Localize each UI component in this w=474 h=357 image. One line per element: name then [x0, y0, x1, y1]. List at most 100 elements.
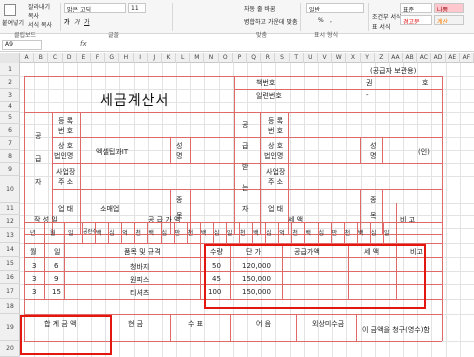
column-header-ae[interactable]: AE: [446, 53, 460, 63]
row-header-3[interactable]: 3: [0, 89, 20, 102]
row-header-19[interactable]: 19: [0, 314, 20, 341]
column-header-j[interactable]: J: [148, 53, 162, 63]
column-header-h[interactable]: H: [119, 53, 134, 63]
column-header-e[interactable]: E: [77, 53, 91, 63]
column-header-z[interactable]: Z: [375, 53, 389, 63]
row-header-5[interactable]: 5: [0, 112, 20, 124]
column-header-g[interactable]: G: [105, 53, 120, 63]
receiver-company-label-2: 법인명: [264, 152, 284, 160]
row-header-8[interactable]: 8: [0, 150, 20, 163]
digit-col-label-1: 백: [96, 230, 102, 237]
row-header-12[interactable]: 12: [0, 215, 20, 228]
comma-button[interactable]: ,: [330, 17, 332, 24]
format-painter-button[interactable]: 서식 복사: [28, 20, 52, 29]
column-header-k[interactable]: K: [162, 53, 177, 63]
column-header-s[interactable]: S: [275, 53, 290, 63]
credit-label: 외상미수금: [312, 320, 345, 328]
row-header-4[interactable]: 4: [0, 102, 20, 112]
paste-icon[interactable]: [4, 4, 16, 16]
column-header-a[interactable]: A: [20, 53, 35, 63]
underline-button[interactable]: 가: [84, 17, 90, 26]
row-header-10[interactable]: 10: [0, 176, 20, 203]
worksheet-grid[interactable]: (공급자 보관용) 세금계산서 책번호 권 호 일련번호 - 공 급 자 등 록…: [20, 63, 474, 357]
receiver-reg-label-1: 등 록: [268, 117, 284, 125]
item-row-1-month[interactable]: 3: [32, 262, 36, 270]
number-format-select[interactable]: 일반: [306, 3, 364, 13]
digit-col-label-2: 십: [109, 230, 115, 237]
column-header-i[interactable]: I: [134, 53, 148, 63]
column-header-ac[interactable]: AC: [417, 53, 432, 63]
column-header-d[interactable]: D: [63, 53, 77, 63]
item-row-2-day[interactable]: 9: [54, 275, 58, 283]
column-header-u[interactable]: U: [304, 53, 318, 63]
merge-center-button[interactable]: 병합하고 가운데 맞춤: [244, 17, 298, 26]
row-header-16[interactable]: 16: [0, 271, 20, 284]
row-header-13[interactable]: 13: [0, 228, 20, 243]
copy-button[interactable]: 복사: [28, 11, 39, 20]
supplier-label-2: 급: [35, 155, 42, 163]
style-normal[interactable]: 표준: [400, 3, 432, 13]
digit-col-label-8: 천: [187, 230, 194, 237]
style-calc[interactable]: 계산: [434, 15, 464, 25]
name-box[interactable]: A9: [2, 40, 42, 50]
select-all-corner[interactable]: [0, 53, 20, 63]
column-header-f[interactable]: F: [91, 53, 106, 63]
column-header-v[interactable]: V: [318, 53, 333, 63]
column-header-ad[interactable]: AD: [431, 53, 446, 63]
item-row-2-month[interactable]: 3: [32, 275, 36, 283]
percent-button[interactable]: %: [318, 17, 324, 24]
wrap-text-button[interactable]: 자동 줄 바꿈: [244, 4, 275, 13]
supplier-item-label-1: 종: [176, 196, 183, 204]
row-header-1[interactable]: 1: [0, 63, 20, 76]
row-header-17[interactable]: 17: [0, 284, 20, 299]
serial-number-label: 일련번호: [256, 92, 282, 100]
claim-text: 이 금액을 청구(영수)함: [362, 326, 430, 334]
row-header-6[interactable]: 6: [0, 124, 20, 137]
column-header-af[interactable]: AF: [460, 53, 474, 63]
supplier-company-name[interactable]: 엑셀팁과IT: [96, 147, 128, 157]
column-header-m[interactable]: M: [190, 53, 205, 63]
row-header-9[interactable]: 9: [0, 163, 20, 176]
conditional-format-button[interactable]: 조건부 서식: [372, 12, 402, 21]
column-header-q[interactable]: Q: [247, 53, 262, 63]
receiver-address-label-1: 사업장: [266, 168, 286, 176]
column-header-l[interactable]: L: [176, 53, 191, 63]
row-header-7[interactable]: 7: [0, 137, 20, 150]
style-bad[interactable]: 나쁨: [434, 3, 464, 13]
item-row-1-day[interactable]: 6: [54, 262, 58, 270]
row-header-2[interactable]: 2: [0, 76, 20, 89]
column-header-x[interactable]: X: [346, 53, 361, 63]
column-header-b[interactable]: B: [34, 53, 49, 63]
row-header-20[interactable]: 20: [0, 341, 20, 357]
digit-col-label-18: 십: [318, 230, 325, 237]
receiver-reg-label-2: 번 호: [268, 127, 284, 135]
font-size-select[interactable]: 11: [128, 3, 146, 13]
bold-button[interactable]: 가: [64, 17, 70, 26]
column-header-r[interactable]: R: [261, 53, 276, 63]
row-header-15[interactable]: 15: [0, 257, 20, 271]
column-header-y[interactable]: Y: [361, 53, 375, 63]
italic-button[interactable]: 가: [74, 17, 80, 26]
column-header-p[interactable]: P: [233, 53, 247, 63]
tax-header: 세 액: [288, 216, 304, 224]
item-row-3-name[interactable]: 티셔츠: [130, 288, 149, 298]
column-header-w[interactable]: W: [332, 53, 347, 63]
item-row-3-day[interactable]: 15: [52, 288, 61, 296]
column-header-t[interactable]: T: [290, 53, 304, 63]
row-header-18[interactable]: 18: [0, 299, 20, 314]
paste-button[interactable]: 붙여넣기: [2, 18, 24, 27]
column-header-aa[interactable]: AA: [389, 53, 404, 63]
fx-icon: fx: [80, 40, 87, 48]
row-header-14[interactable]: 14: [0, 243, 20, 257]
column-header-n[interactable]: N: [204, 53, 219, 63]
row-header-11[interactable]: 11: [0, 203, 20, 215]
column-header-o[interactable]: O: [219, 53, 233, 63]
font-name-select[interactable]: 맑은 고딕: [64, 3, 126, 13]
column-header-ab[interactable]: AB: [403, 53, 418, 63]
cut-button[interactable]: 잘라내기: [28, 2, 50, 11]
item-row-3-month[interactable]: 3: [32, 288, 36, 296]
table-format-button[interactable]: 표 서식: [372, 22, 390, 31]
style-warning[interactable]: 경고문: [400, 15, 432, 25]
supplier-business-type-value[interactable]: 소매업: [100, 204, 119, 214]
column-header-c[interactable]: C: [48, 53, 63, 63]
